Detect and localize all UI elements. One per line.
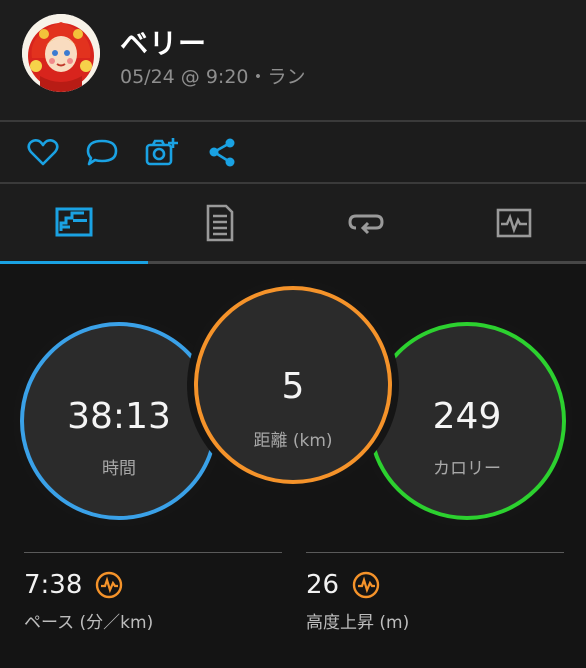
heart-rate-icon[interactable] [352,571,380,599]
activity-header: ベリー 05/24 @ 9:20・ラン [0,0,586,120]
heart-rate-icon[interactable] [95,571,123,599]
elevation-label: 高度上昇 (m) [306,613,410,633]
summary-stats: 38:13 時間 249 カロリー 5 距離 (km) 7:38 ペース (分／… [0,264,586,668]
chart-icon[interactable] [494,202,534,244]
laps-icon[interactable] [346,202,386,244]
time-value: 38:13 [67,396,171,437]
time-label: 時間 [102,459,136,479]
elevation-metric: 26 高度上昇 (m) [306,570,409,633]
distance-label: 距離 (km) [253,431,333,451]
pace-value: 7:38 [24,570,83,600]
pace-metric: 7:38 ペース (分／km) [24,570,153,633]
time-circle: 38:13 時間 [20,322,218,520]
matryoshka-avatar-image [22,14,100,92]
comment-icon[interactable] [85,136,119,168]
calories-label: カロリー [433,459,501,479]
distance-circle: 5 距離 (km) [194,286,392,484]
tab-bar [0,184,586,264]
details-icon[interactable] [200,202,240,244]
stats-icon[interactable] [54,202,94,244]
activity-meta: 05/24 @ 9:20・ラン [120,66,306,88]
user-name[interactable]: ベリー [120,22,207,62]
calories-value: 249 [432,396,502,437]
heart-icon[interactable] [26,136,60,168]
share-icon[interactable] [205,136,239,168]
calories-circle: 249 カロリー [368,322,566,520]
action-bar [0,122,586,182]
camera-add-icon[interactable] [145,136,179,168]
pace-label: ペース (分／km) [24,613,154,633]
divider [24,552,282,553]
divider [306,552,564,553]
elevation-value: 26 [306,570,340,600]
avatar[interactable] [22,14,100,92]
distance-value: 5 [281,366,305,407]
